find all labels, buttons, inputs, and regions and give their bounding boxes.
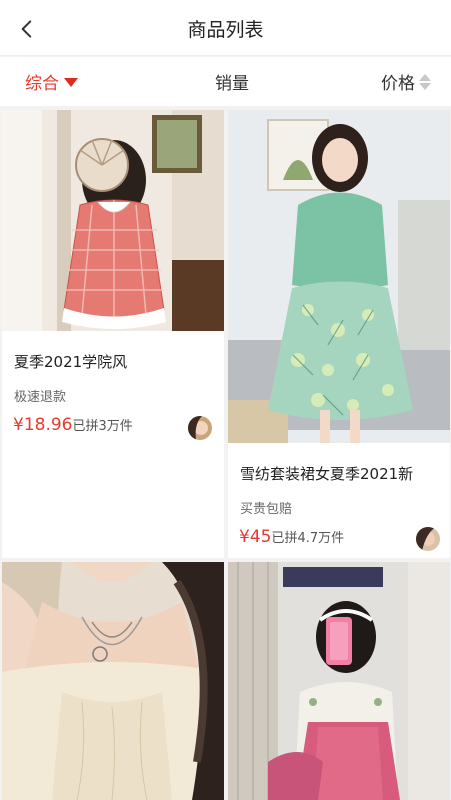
- page-title: 商品列表: [187, 19, 264, 41]
- product-title[interactable]: 雪纺套装裙女夏季2021新: [240, 463, 413, 484]
- product-card[interactable]: [2, 562, 224, 800]
- product-card[interactable]: 夏季2021学院风 极速退款 ¥18.96 已拼3万件: [2, 110, 224, 558]
- product-tag: 买贵包赔: [240, 502, 293, 517]
- sort-comprehensive-label: 综合: [25, 74, 59, 94]
- product-title[interactable]: 夏季2021学院风: [14, 351, 127, 372]
- triangle-down-icon: [64, 78, 78, 87]
- product-tag: 极速退款: [14, 390, 67, 405]
- product-price: ¥45: [239, 527, 272, 547]
- avatar[interactable]: [188, 416, 212, 440]
- product-sold-count: 已拼3万件: [72, 419, 133, 434]
- nav-bar: 商品列表: [0, 0, 451, 56]
- product-price-row: ¥18.96 已拼3万件: [13, 415, 133, 435]
- product-sold-count: 已拼4.7万件: [271, 531, 345, 546]
- sort-price-tab[interactable]: 价格: [381, 69, 431, 94]
- sort-sales-label: 销量: [215, 74, 249, 94]
- product-card[interactable]: [228, 562, 450, 800]
- product-price-row: ¥45 已拼4.7万件: [239, 527, 344, 547]
- sort-price-label: 价格: [381, 74, 415, 94]
- sort-bar: 综合 销量 价格: [0, 57, 451, 106]
- product-image[interactable]: [2, 110, 224, 331]
- sort-comprehensive-tab[interactable]: 综合: [25, 69, 78, 94]
- avatar[interactable]: [416, 527, 440, 551]
- product-card[interactable]: 雪纺套装裙女夏季2021新 买贵包赔 ¥45 已拼4.7万件: [228, 110, 450, 558]
- product-price: ¥18.96: [13, 415, 73, 435]
- sort-up-down-icon: [419, 73, 431, 90]
- product-image[interactable]: [228, 562, 450, 800]
- sort-sales-tab[interactable]: 销量: [215, 69, 249, 94]
- product-image[interactable]: [2, 562, 224, 800]
- product-image[interactable]: [228, 110, 450, 443]
